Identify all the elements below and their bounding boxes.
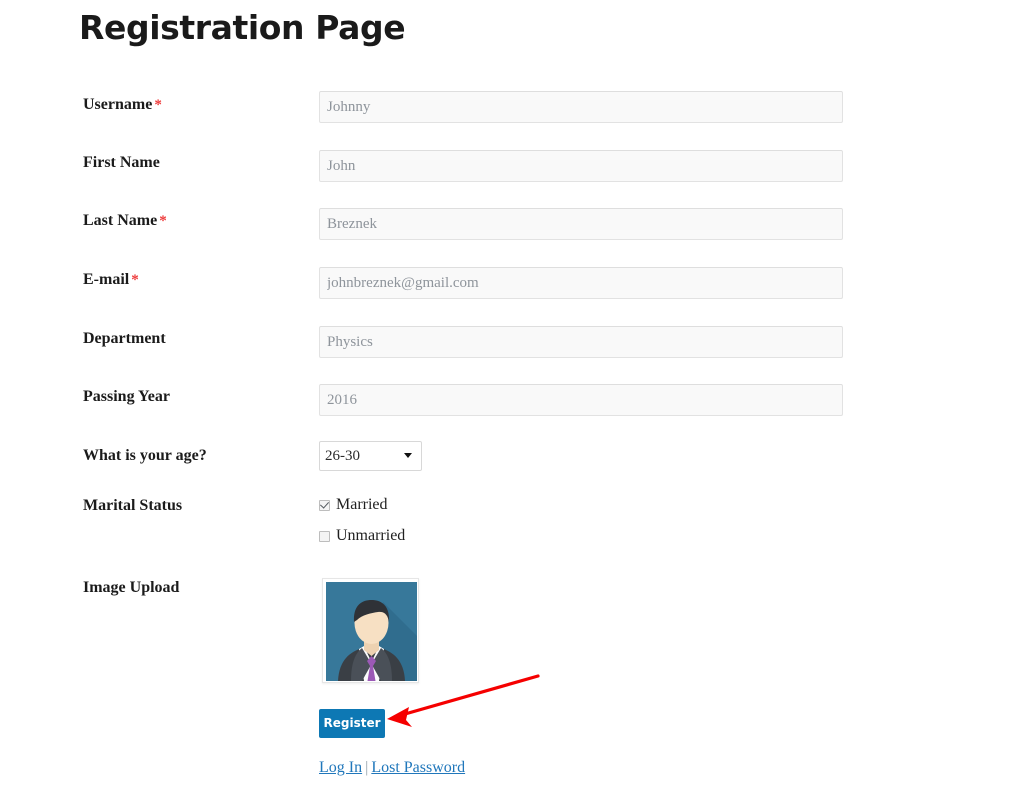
checkbox-married[interactable]: Married (319, 497, 388, 513)
label-last-name: Last Name * (83, 212, 167, 229)
last-name-input[interactable] (319, 208, 843, 240)
required-asterisk: * (154, 97, 162, 113)
label-first-name: First Name (83, 154, 160, 171)
checkbox-unmarried[interactable]: Unmarried (319, 528, 405, 544)
label-department: Department (83, 330, 166, 347)
label-age: What is your age? (83, 447, 207, 464)
department-input[interactable] (319, 326, 843, 358)
registration-form: Username* First Name Last Name* E-mail* … (0, 0, 1024, 793)
label-passing-year: Passing Year (83, 388, 170, 405)
passing-year-input[interactable] (319, 384, 843, 416)
required-asterisk: * (131, 272, 139, 288)
first-name-input[interactable] (319, 150, 843, 182)
age-select[interactable]: 26-30 (319, 441, 422, 471)
checkbox-married-box[interactable] (319, 499, 330, 511)
label-image-upload: Image Upload (83, 579, 180, 596)
avatar-preview-frame[interactable] (322, 578, 419, 683)
checkbox-married-label: Married (336, 496, 388, 513)
label-marital-status: Marital Status (83, 497, 183, 514)
checkbox-unmarried-label: Unmarried (336, 527, 406, 544)
username-input[interactable] (319, 91, 843, 123)
auth-links: Log In | Lost Password (319, 759, 465, 777)
age-select-wrapper: 26-30 (319, 441, 422, 471)
avatar (326, 582, 417, 681)
label-email: E-mail * (83, 271, 139, 288)
required-asterisk: * (159, 213, 167, 229)
checkbox-unmarried-box[interactable] (319, 530, 330, 542)
email-input[interactable] (319, 267, 843, 299)
login-link[interactable]: Log In (319, 759, 362, 776)
lost-password-link[interactable]: Lost Password (371, 759, 465, 776)
register-button[interactable]: Register (319, 709, 385, 738)
label-username: Username * (83, 96, 162, 113)
link-separator: | (365, 759, 369, 776)
